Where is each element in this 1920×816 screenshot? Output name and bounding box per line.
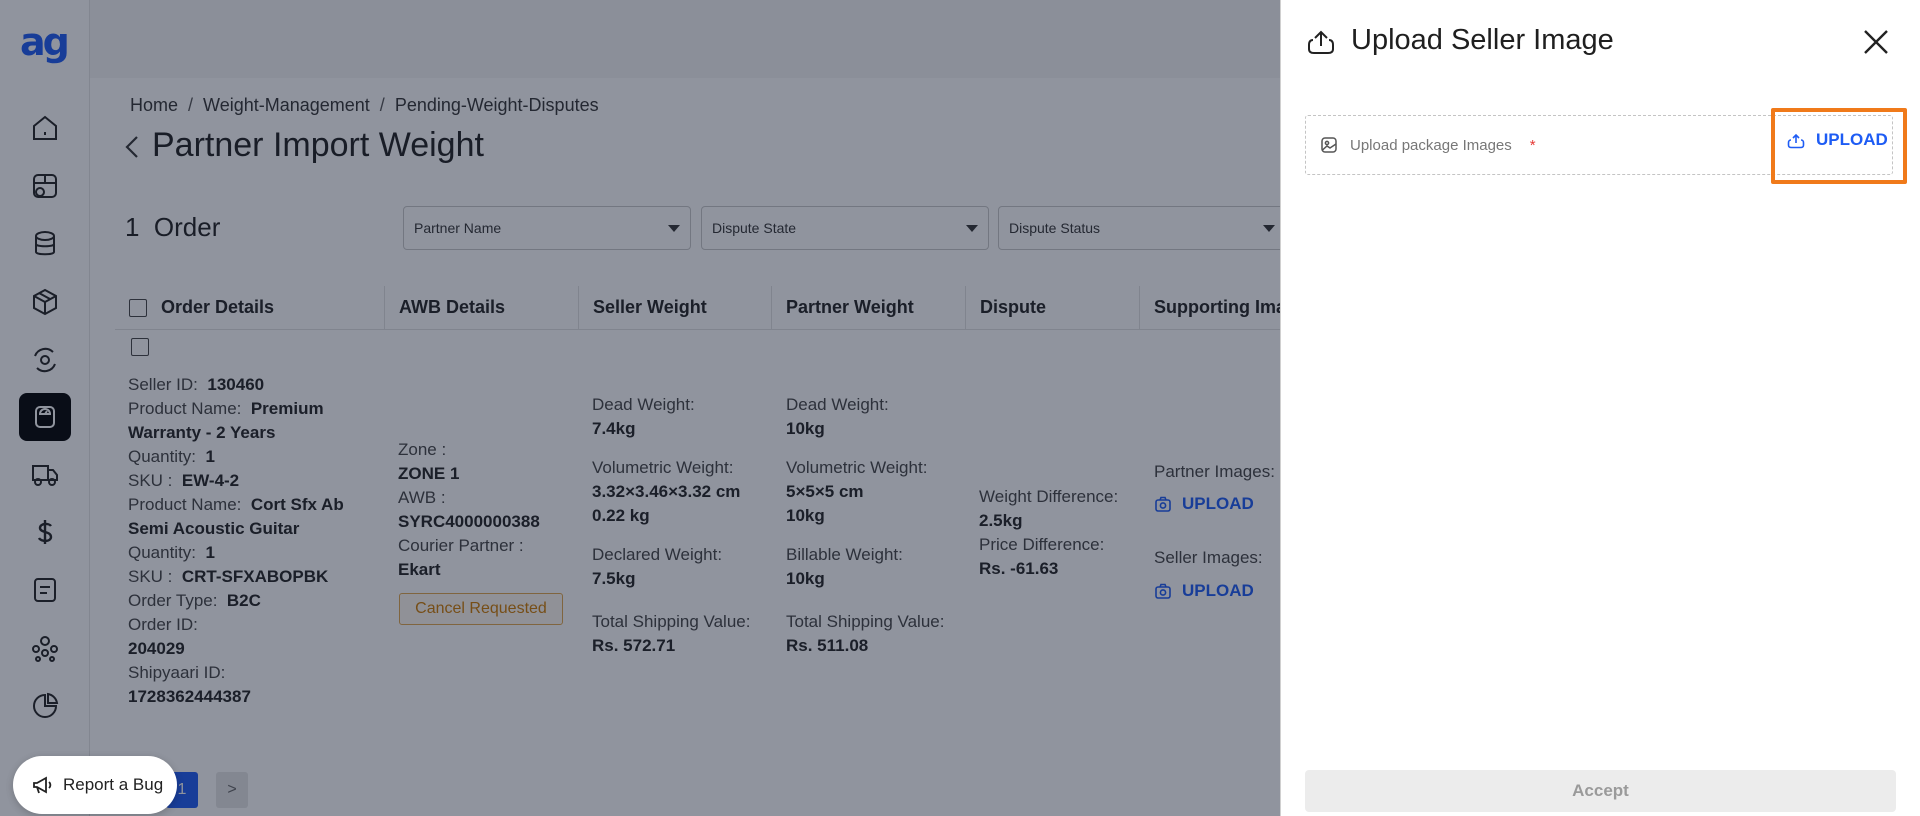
megaphone-icon	[33, 776, 52, 794]
report-bug-button[interactable]: Report a Bug	[13, 756, 177, 814]
upload-seller-image-drawer: Upload Seller Image Upload package Image…	[1280, 0, 1920, 816]
drawer-title: Upload Seller Image	[1351, 24, 1614, 56]
modal-overlay[interactable]	[0, 0, 1280, 816]
drawer-header: Upload Seller Image	[1305, 24, 1614, 57]
image-icon	[1321, 137, 1337, 153]
upload-icon	[1787, 133, 1805, 149]
close-icon[interactable]	[1860, 26, 1892, 58]
report-bug-label: Report a Bug	[63, 775, 164, 794]
upload-button-label: UPLOAD	[1816, 130, 1888, 149]
required-asterisk: *	[1529, 136, 1536, 154]
upload-button[interactable]: UPLOAD	[1786, 130, 1888, 150]
upload-icon	[1308, 30, 1334, 54]
accept-button[interactable]: Accept	[1305, 770, 1896, 812]
upload-package-images-label: Upload package Images	[1350, 136, 1512, 154]
